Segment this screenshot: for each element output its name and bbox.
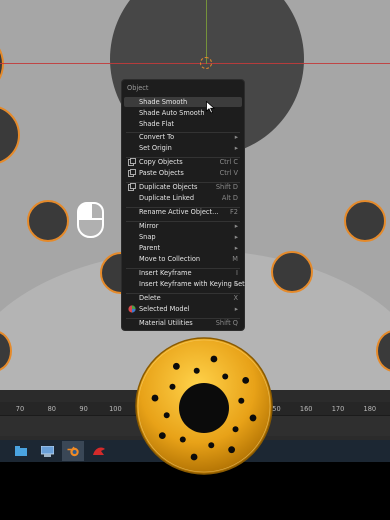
menu-item[interactable]: Shade Smooth: [124, 97, 242, 107]
frame-tick-label: 170: [331, 405, 345, 413]
menu-item[interactable]: Delete X: [124, 293, 242, 303]
frame-tick-label: 80: [47, 405, 56, 413]
menu-item-label: Insert Keyframe: [139, 269, 192, 277]
menu-item-shortcut: Shift D: [215, 183, 238, 191]
menu-item-shortcut: Shift Q: [215, 319, 238, 327]
duplicate-icon: [128, 183, 136, 191]
menu-item[interactable]: Copy Objects Ctrl C: [124, 157, 242, 167]
copy-icon: [128, 158, 136, 166]
submenu-arrow-icon: ▸: [234, 133, 238, 141]
menu-item-shortcut: F2: [230, 208, 238, 216]
menu-item-shortcut: Ctrl V: [219, 169, 238, 177]
menu-item-label: Convert To: [139, 133, 175, 141]
menu-item[interactable]: Mirror ▸: [124, 221, 242, 231]
menu-item-label: Snap: [139, 233, 156, 241]
submenu-arrow-icon: ▸: [234, 233, 238, 241]
blender-icon[interactable]: [62, 441, 84, 461]
menu-item-label: Insert Keyframe with Keying Set: [139, 280, 245, 288]
menu-item[interactable]: Material Utilities Shift Q: [124, 318, 242, 328]
menu-item[interactable]: Set Origin ▸: [124, 143, 242, 153]
menu-item-label: Move to Collection: [139, 255, 201, 263]
menu-item[interactable]: Move to Collection M: [124, 254, 242, 264]
menu-item-label: Shade Flat: [139, 120, 174, 128]
menu-item-label: Selected Model: [139, 305, 190, 313]
frame-tick-label: 100: [109, 405, 122, 413]
menu-item-shortcut: I: [236, 269, 238, 277]
menu-item-shortcut: M: [232, 255, 238, 263]
menu-item[interactable]: Snap ▸: [124, 232, 242, 242]
menu-item[interactable]: Selected Model ▸: [124, 304, 242, 314]
object-origin[interactable]: [200, 57, 212, 69]
menu-item-label: Delete: [139, 294, 161, 302]
menu-item-shortcut: X: [233, 294, 238, 302]
menu-item[interactable]: Insert Keyframe with Keying Set K: [124, 279, 245, 289]
menu-item[interactable]: Paste Objects Ctrl V: [124, 168, 242, 178]
menu-item[interactable]: Duplicate Objects Shift D: [124, 182, 242, 192]
menu-item[interactable]: Duplicate Linked Alt D: [124, 193, 242, 203]
menu-item-label: Shade Smooth: [139, 98, 188, 106]
submenu-arrow-icon: ▸: [234, 244, 238, 252]
selected-hole-left-top[interactable]: [0, 40, 4, 88]
menu-item-label: Duplicate Linked: [139, 194, 195, 202]
menu-item[interactable]: Shade Auto Smooth: [124, 108, 242, 118]
app-icon[interactable]: [88, 441, 110, 461]
mouse-cursor-icon: [206, 101, 215, 114]
menu-item[interactable]: Shade Flat: [124, 119, 242, 129]
menu-title: Object: [127, 84, 149, 92]
menu-item-label: Copy Objects: [139, 158, 183, 166]
control-panel-icon[interactable]: [36, 441, 58, 461]
file-explorer-icon[interactable]: [10, 441, 32, 461]
paste-icon: [128, 169, 136, 177]
menu-item-shortcut: K: [233, 280, 238, 288]
submenu-arrow-icon: ▸: [234, 144, 238, 152]
menu-item[interactable]: Convert To ▸: [124, 132, 242, 142]
menu-item[interactable]: Rename Active Object... F2: [124, 207, 242, 217]
submenu-arrow-icon: ▸: [234, 222, 238, 230]
selected-hole-left-mid[interactable]: [0, 105, 20, 165]
gold-brake-disc-image: [135, 337, 273, 475]
menu-item[interactable]: Insert Keyframe I: [124, 268, 242, 278]
frame-tick-label: 180: [363, 405, 377, 413]
menu-item-label: Material Utilities: [139, 319, 193, 327]
menu-item-label: Set Origin: [139, 144, 172, 152]
addon-icon: [128, 305, 136, 313]
menu-item-label: Paste Objects: [139, 169, 184, 177]
menu-item-shortcut: Alt D: [221, 194, 238, 202]
selected-hole-right[interactable]: [344, 200, 386, 242]
menu-item-shortcut: Ctrl C: [219, 158, 238, 166]
menu-item[interactable]: Parent ▸: [124, 243, 242, 253]
menu-item-label: Rename Active Object...: [139, 208, 219, 216]
selected-hole-lower-right[interactable]: [271, 251, 313, 293]
x-axis-line: [0, 63, 390, 64]
frame-tick-label: 160: [299, 405, 313, 413]
menu-item-label: Parent: [139, 244, 161, 252]
submenu-arrow-icon: ▸: [234, 305, 238, 313]
menu-item-label: Mirror: [139, 222, 159, 230]
y-axis-line: [206, 0, 207, 64]
object-context-menu: Object Shade Smooth Shade Auto Smooth Shad…: [121, 79, 245, 331]
selected-hole-left[interactable]: [27, 200, 69, 242]
frame-tick-label: 90: [79, 405, 88, 413]
menu-item-label: Duplicate Objects: [139, 183, 198, 191]
mouse-left-click-icon: [77, 202, 104, 238]
menu-item-label: Shade Auto Smooth: [139, 109, 205, 117]
frame-tick-label: 70: [15, 405, 25, 413]
